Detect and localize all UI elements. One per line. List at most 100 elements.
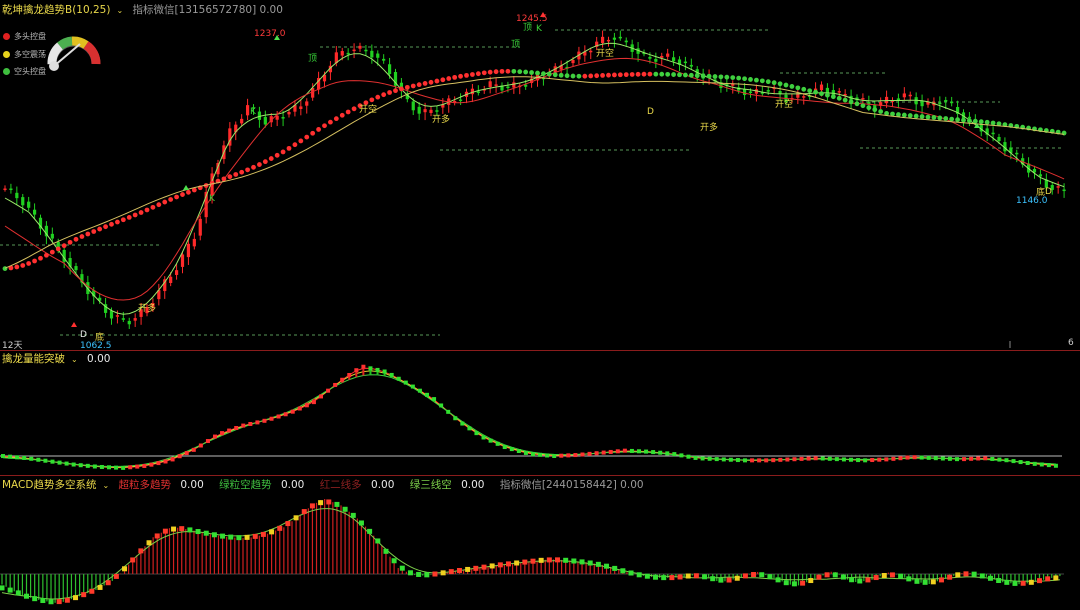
down-candle xyxy=(938,102,942,105)
osc-marker xyxy=(50,459,55,464)
bear-trend-dot xyxy=(1061,130,1067,136)
osc-marker xyxy=(884,457,889,462)
osc-marker xyxy=(665,451,670,456)
macd-block-marker xyxy=(783,580,789,586)
macd-block-marker xyxy=(881,572,887,578)
osc-marker xyxy=(743,458,747,463)
osc-marker xyxy=(806,456,811,461)
bear-trend-dot xyxy=(736,75,742,81)
macd-block-marker xyxy=(146,540,152,546)
up-candle xyxy=(589,50,593,53)
main-indicator-subtitle: 指标微信[13156572780] 0.00 xyxy=(132,4,283,16)
macd-block-marker xyxy=(555,557,561,563)
macd-block-marker xyxy=(546,557,552,563)
down-candle xyxy=(950,101,954,104)
osc-marker xyxy=(750,458,755,463)
bull-trend-dot xyxy=(109,221,114,227)
up-candle xyxy=(3,188,7,191)
price-chart[interactable] xyxy=(0,0,1080,350)
macd-block-marker xyxy=(81,592,87,598)
bull-trend-dot xyxy=(481,70,487,76)
macd-block-marker xyxy=(987,575,993,581)
osc-marker xyxy=(354,368,359,373)
osc-marker xyxy=(205,439,210,444)
osc-marker xyxy=(410,384,415,389)
bear-trend-dot xyxy=(552,72,558,78)
macd-block-marker xyxy=(685,573,691,579)
macd-pane[interactable]: MACD趋势多空系统 ⌄ 超粒多趋势 0.00 绿粒空趋势 0.00 红二线多 0… xyxy=(0,476,1080,610)
osc-marker xyxy=(368,366,373,371)
osc-marker xyxy=(509,447,514,452)
osc-marker xyxy=(64,461,69,466)
bear-trend-dot xyxy=(854,101,860,107)
macd-indicator-header[interactable]: MACD趋势多空系统 ⌄ 超粒多趋势 0.00 绿粒空趋势 0.00 红二线多 0… xyxy=(2,477,650,492)
osc-marker xyxy=(976,456,981,461)
down-candle xyxy=(1015,152,1019,155)
up-candle xyxy=(275,115,279,120)
up-candle xyxy=(174,270,179,275)
osc-marker xyxy=(799,456,804,461)
bear-trend-dot xyxy=(688,72,694,78)
chevron-down-icon[interactable]: ⌄ xyxy=(102,481,109,490)
osc-marker xyxy=(785,457,790,462)
bull-trend-dot xyxy=(339,112,345,118)
macd-chart[interactable] xyxy=(0,476,1080,610)
macd-block-marker xyxy=(391,558,397,564)
down-candle xyxy=(618,36,622,39)
macd-block-marker xyxy=(89,588,95,594)
macd-block-marker xyxy=(32,596,38,602)
volume-breakout-chart[interactable] xyxy=(0,351,1080,475)
bear-trend-dot xyxy=(931,115,937,120)
macd-block-marker xyxy=(873,575,879,581)
osc-marker xyxy=(213,434,217,439)
macd-block-marker xyxy=(105,580,111,586)
macd-block-marker xyxy=(751,572,757,578)
macd-block-marker xyxy=(791,581,797,587)
osc-marker xyxy=(290,409,295,414)
macd-block-marker xyxy=(220,533,226,539)
osc-marker xyxy=(170,457,175,462)
macd-block-marker xyxy=(718,577,724,583)
macd-block-marker xyxy=(930,579,936,585)
chevron-down-icon[interactable]: ⌄ xyxy=(71,355,78,364)
signal-d: D xyxy=(80,330,87,340)
up-candle xyxy=(192,238,196,247)
down-candle xyxy=(382,58,386,61)
bull-trend-dot xyxy=(475,71,481,77)
bull-trend-dot xyxy=(446,76,452,81)
macd-block-marker xyxy=(113,573,119,579)
volume-breakout-pane[interactable]: 擒龙量能突破 ⌄ 0.00 xyxy=(0,351,1080,475)
macd-block-marker xyxy=(473,565,479,571)
osc-marker xyxy=(29,456,34,461)
bear-trend-dot xyxy=(925,114,931,120)
chevron-down-icon[interactable]: ⌄ xyxy=(116,6,123,15)
bull-trend-dot xyxy=(274,152,280,158)
osc-marker xyxy=(453,416,458,421)
up-candle xyxy=(423,109,427,113)
main-indicator-title[interactable]: 乾坤擒龙趋势B(10,25) xyxy=(2,4,110,16)
osc-marker xyxy=(962,457,967,462)
osc-line xyxy=(2,370,1056,468)
osc-marker xyxy=(375,367,380,372)
osc-indicator-title[interactable]: 擒龙量能突破 xyxy=(2,353,65,365)
up-candle xyxy=(908,94,912,97)
macd-indicator-title[interactable]: MACD趋势多空系统 xyxy=(2,479,96,491)
osc-marker xyxy=(721,457,726,462)
macd-block-marker xyxy=(1045,576,1051,582)
bear-trend-dot xyxy=(813,89,818,95)
osc-indicator-header[interactable]: 擒龙量能突破 ⌄ 0.00 xyxy=(2,351,116,366)
macd-block-marker xyxy=(571,558,577,564)
macd-block-marker xyxy=(1036,578,1042,584)
osc-marker xyxy=(135,464,140,469)
main-chart-pane[interactable]: 乾坤擒龙趋势B(10,25) ⌄ 指标微信[13156572780] 0.00 多… xyxy=(0,0,1080,351)
up-candle xyxy=(311,87,315,98)
bull-trend-dot xyxy=(434,78,440,84)
osc-marker xyxy=(36,457,41,462)
up-candle xyxy=(666,53,670,57)
main-indicator-header[interactable]: 乾坤擒龙趋势B(10,25) ⌄ 指标微信[13156572780] 0.00 xyxy=(2,2,289,17)
bull-trend-dot xyxy=(257,162,262,167)
bear-trend-dot xyxy=(576,73,582,79)
macd-block-marker xyxy=(693,573,699,579)
osc-marker xyxy=(735,458,740,463)
signal-d: D xyxy=(1045,187,1052,197)
